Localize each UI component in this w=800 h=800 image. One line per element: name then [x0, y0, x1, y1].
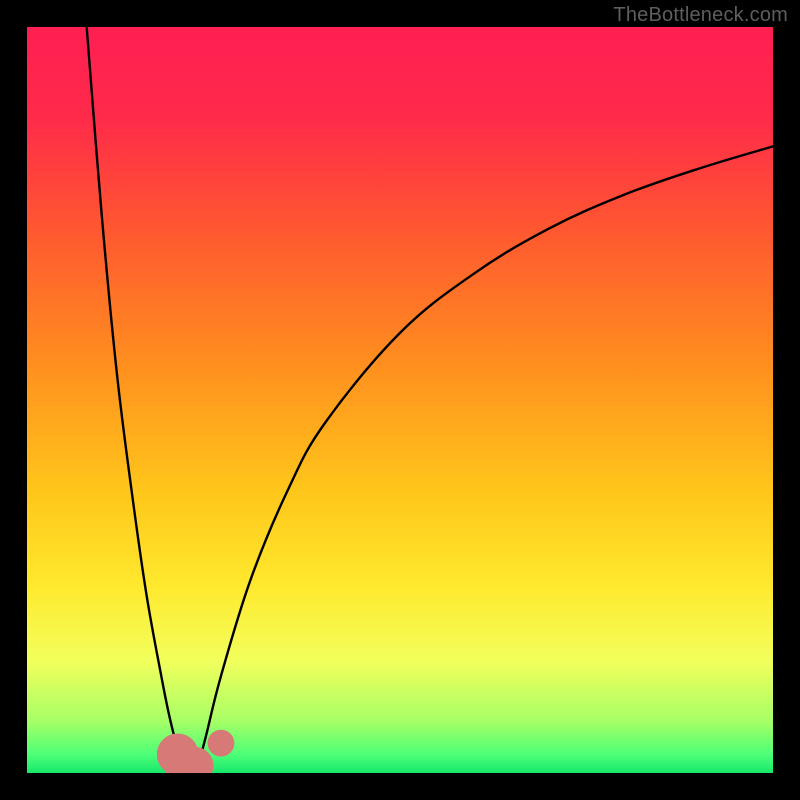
- clip-dot: [208, 730, 235, 757]
- curve-right-branch: [191, 146, 773, 773]
- highlight-markers: [157, 730, 235, 773]
- bottleneck-curve: [27, 27, 773, 773]
- chart-frame: TheBottleneck.com: [0, 0, 800, 800]
- curve-left-branch: [87, 27, 191, 773]
- plot-area: [27, 27, 773, 773]
- watermark-text: TheBottleneck.com: [613, 4, 788, 27]
